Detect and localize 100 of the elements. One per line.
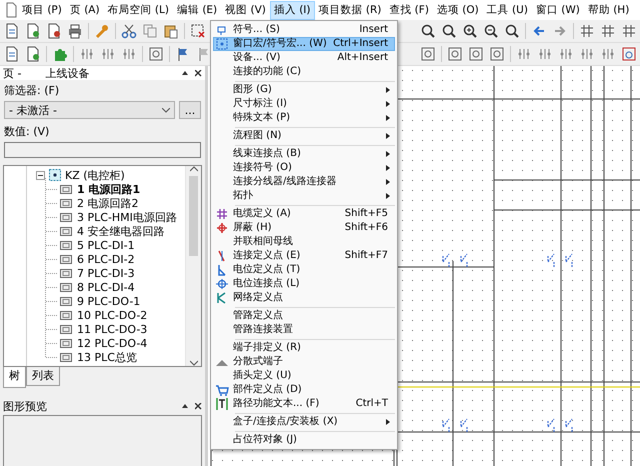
- menu-item[interactable]: 路径功能文本... (F) Ctrl+T: [213, 397, 395, 411]
- menu-item[interactable]: 窗口 (W): [532, 0, 584, 20]
- puzzle-icon[interactable]: [52, 46, 68, 62]
- menu-item[interactable]: 占位符对象 (J): [213, 433, 395, 447]
- tree-item[interactable]: 9 PLC-DO-1: [77, 294, 140, 308]
- menu-item[interactable]: 流程图 (N): [213, 129, 395, 143]
- menu-item[interactable]: 拓扑: [213, 189, 395, 203]
- printer-icon[interactable]: [67, 23, 83, 39]
- menu-item[interactable]: 管路定义点: [213, 309, 395, 323]
- menu-item[interactable]: 连接定义点 (E) Shift+F7: [213, 249, 395, 263]
- expand-toggle-icon[interactable]: [36, 170, 45, 180]
- grid-icon[interactable]: [600, 23, 616, 39]
- menu-item[interactable]: 连接的功能 (C): [213, 65, 395, 79]
- tree-item[interactable]: 12 PLC-DO-4: [77, 336, 148, 350]
- zoom-out-icon[interactable]: [483, 23, 499, 39]
- menu-item[interactable]: 布局空间 (L): [104, 0, 173, 20]
- symbol-icon[interactable]: [558, 46, 574, 62]
- scroll-up-icon[interactable]: [190, 166, 198, 172]
- tree-item[interactable]: 13 PLC总览: [77, 350, 137, 364]
- menu-item[interactable]: 电位定义点 (T): [213, 263, 395, 277]
- scroll-thumb[interactable]: [189, 176, 198, 256]
- symbol-icon[interactable]: [537, 46, 553, 62]
- menu-item[interactable]: 并联相间母线: [213, 235, 395, 249]
- menu-item[interactable]: 尺寸标注 (I): [213, 97, 395, 111]
- tree-item[interactable]: 7 PLC-DI-3: [77, 266, 135, 280]
- symbol-icon[interactable]: [447, 46, 463, 62]
- menu-item[interactable]: 插头定义 (U): [213, 369, 395, 383]
- menu-item[interactable]: 页 (A): [66, 0, 104, 20]
- menu-item[interactable]: 视图 (V): [221, 0, 270, 20]
- menu-item[interactable]: 编辑 (E): [172, 0, 222, 20]
- page-icon[interactable]: [25, 46, 41, 62]
- tree-item[interactable]: 5 PLC-DI-1: [77, 238, 135, 252]
- scrollbar[interactable]: [185, 166, 201, 366]
- menu-item[interactable]: 选项 (O): [432, 0, 483, 20]
- menu-item[interactable]: 图形 (G): [213, 83, 395, 97]
- menu-item[interactable]: 盒子/连接点/安装板 (X): [213, 415, 395, 429]
- tree-item[interactable]: KZ (电控柜): [65, 168, 125, 182]
- page-icon[interactable]: [25, 23, 41, 39]
- zoom-icon[interactable]: [441, 23, 457, 39]
- browse-button[interactable]: ...: [179, 101, 201, 119]
- menu-item[interactable]: 特殊文本 (P): [213, 111, 395, 125]
- menu-item[interactable]: 网络定义点: [213, 291, 395, 305]
- zoom-in-icon[interactable]: [462, 23, 478, 39]
- filter-dropdown[interactable]: - 未激活 -: [4, 101, 175, 119]
- menu-item[interactable]: 帮助 (H): [584, 0, 634, 20]
- symbol-icon[interactable]: [600, 46, 616, 62]
- symbol-icon[interactable]: [121, 46, 137, 62]
- menu-item[interactable]: 窗口宏/符号宏... (W) Ctrl+Insert: [213, 37, 395, 51]
- value-field[interactable]: [4, 142, 201, 158]
- tree-item[interactable]: 11 PLC-DO-3: [77, 322, 148, 336]
- menu-item[interactable]: 管路连接装置: [213, 323, 395, 337]
- symbol-icon[interactable]: [420, 46, 436, 62]
- menu-item[interactable]: 工具 (U): [482, 0, 532, 20]
- symbol-icon[interactable]: [579, 46, 595, 62]
- symbol-icon[interactable]: [100, 46, 116, 62]
- symbol-icon[interactable]: [489, 46, 505, 62]
- symbol-icon[interactable]: [621, 46, 637, 62]
- menu-item[interactable]: 线束连接点 (B): [213, 147, 395, 161]
- close-icon[interactable]: [195, 402, 202, 410]
- menu-item[interactable]: 端子排定义 (R): [213, 341, 395, 355]
- tree-item[interactable]: 8 PLC-DI-4: [77, 280, 135, 294]
- paste-icon[interactable]: [163, 23, 179, 39]
- close-icon[interactable]: [195, 70, 202, 76]
- tree-item[interactable]: 6 PLC-DI-2: [77, 252, 135, 266]
- menu-item[interactable]: 插入 (I): [270, 0, 315, 20]
- menu-item[interactable]: 符号... (S) Insert: [213, 23, 395, 37]
- menu-item[interactable]: 屏蔽 (H) Shift+F6: [213, 221, 395, 235]
- menu-item[interactable]: 连接分线器/线路连接器: [213, 175, 395, 189]
- grid-icon[interactable]: [579, 23, 595, 39]
- pin-icon[interactable]: [182, 70, 189, 76]
- menu-item[interactable]: 项目数据 (R): [314, 0, 386, 20]
- page-icon[interactable]: [46, 23, 62, 39]
- symbol-icon[interactable]: [516, 46, 532, 62]
- tree-item[interactable]: 2 电源回路2: [77, 196, 138, 210]
- tab[interactable]: 树: [3, 367, 26, 388]
- page-icon[interactable]: [4, 46, 20, 62]
- menu-item[interactable]: 部件定义点 (D): [213, 383, 395, 397]
- menu-item[interactable]: 分散式端子: [213, 355, 395, 369]
- menu-item[interactable]: 电位连接点 (L): [213, 277, 395, 291]
- grid-icon[interactable]: [621, 23, 637, 39]
- menu-item[interactable]: 电缆定义 (A) Shift+F5: [213, 207, 395, 221]
- menu-item[interactable]: 设备... (V) Alt+Insert: [213, 51, 395, 65]
- tab[interactable]: 列表: [26, 367, 60, 386]
- symbol-icon[interactable]: [79, 46, 95, 62]
- menu-item[interactable]: 连接符号 (O): [213, 161, 395, 175]
- delete-icon[interactable]: [190, 23, 206, 39]
- pin-icon[interactable]: [182, 403, 189, 409]
- document-icon[interactable]: [4, 2, 18, 18]
- symbol-icon[interactable]: [468, 46, 484, 62]
- tree-item[interactable]: 3 PLC-HMI电源回路: [77, 210, 177, 224]
- menu-item[interactable]: 查找 (F): [385, 0, 433, 20]
- tree-item[interactable]: 4 安全继电器回路: [77, 224, 164, 238]
- scroll-down-icon[interactable]: [190, 360, 198, 366]
- page-icon[interactable]: [4, 23, 20, 39]
- cut-icon[interactable]: [121, 23, 137, 39]
- zoom-icon[interactable]: [420, 23, 436, 39]
- tree-item[interactable]: 10 PLC-DO-2: [77, 308, 148, 322]
- zoom-icon[interactable]: [504, 23, 520, 39]
- menu-item[interactable]: 项目 (P): [18, 0, 66, 20]
- symbol-icon[interactable]: [148, 46, 164, 62]
